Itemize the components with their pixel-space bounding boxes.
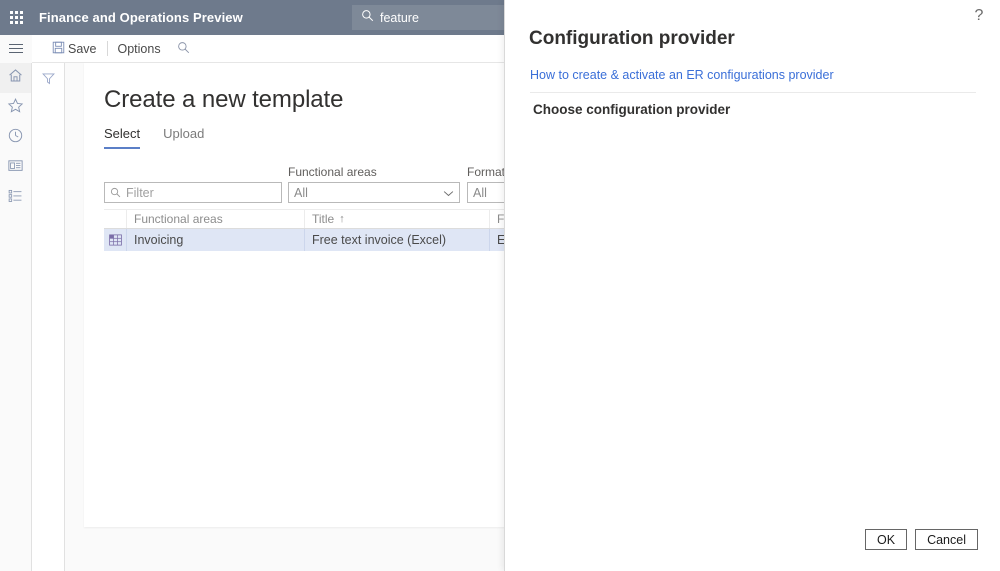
cancel-button[interactable]: Cancel <box>915 529 978 550</box>
clock-icon <box>7 127 24 149</box>
hamburger-menu-icon[interactable] <box>0 34 32 63</box>
command-search-button[interactable] <box>169 38 198 60</box>
save-button-label: Save <box>68 41 97 56</box>
tab-strip: Select Upload <box>104 126 204 149</box>
waffle-grid <box>9 11 23 24</box>
funnel-filter-icon[interactable] <box>32 63 64 93</box>
tab-upload[interactable]: Upload <box>163 126 204 149</box>
grid-header-title[interactable]: Title ↑ <box>304 210 489 228</box>
star-icon <box>7 97 24 119</box>
dialog-action-buttons: OK Cancel <box>865 529 978 550</box>
application-window: Finance and Operations Preview feature S… <box>0 0 1000 571</box>
command-separator <box>106 41 108 56</box>
quick-filter-input[interactable]: Filter <box>104 182 282 203</box>
quick-filter-placeholder: Filter <box>126 185 154 200</box>
cell-functional-areas: Invoicing <box>126 229 304 251</box>
help-icon[interactable]: ? <box>968 5 990 27</box>
sidebar-item-modules[interactable] <box>0 183 31 213</box>
sidebar-item-workspaces[interactable] <box>0 153 31 183</box>
command-bar-items: Save Options <box>44 35 198 63</box>
quick-filter-spacer <box>104 165 282 179</box>
grid-header-select <box>104 210 126 228</box>
excel-grid-icon <box>104 229 126 251</box>
list-icon <box>7 187 24 209</box>
ok-button[interactable]: OK <box>865 529 908 550</box>
format-filter-value: All <box>473 185 487 200</box>
sidebar-item-home[interactable] <box>0 63 31 93</box>
functional-areas-label: Functional areas <box>288 165 377 179</box>
quick-filter-field: Filter <box>104 165 282 203</box>
cell-title: Free text invoice (Excel) <box>304 229 489 251</box>
app-title: Finance and Operations Preview <box>39 10 243 25</box>
section-divider <box>530 92 976 93</box>
workspace-icon <box>7 157 24 179</box>
grid-header-functional-areas[interactable]: Functional areas <box>126 210 304 228</box>
dialog-title: Configuration provider <box>529 28 735 49</box>
tab-select[interactable]: Select <box>104 126 141 149</box>
sort-ascending-icon: ↑ <box>339 213 345 225</box>
configuration-provider-dialog: ? Configuration provider How to create &… <box>504 0 1000 571</box>
save-button[interactable]: Save <box>44 38 105 60</box>
save-disk-icon <box>52 41 65 57</box>
how-to-create-link[interactable]: How to create & activate an ER configura… <box>530 68 834 82</box>
chevron-down-icon <box>443 186 454 200</box>
functional-areas-select[interactable]: All <box>288 182 460 203</box>
options-button-label: Options <box>117 41 161 56</box>
functional-areas-value: All <box>294 185 308 200</box>
options-button[interactable]: Options <box>110 38 169 60</box>
grid-header-title-label: Title <box>312 212 335 226</box>
global-search-value: feature <box>380 10 419 25</box>
page-title: Create a new template <box>104 86 344 113</box>
filter-pane-column <box>32 63 65 571</box>
functional-areas-field: Functional areas All <box>288 165 460 203</box>
search-icon <box>177 41 190 57</box>
search-icon <box>361 9 374 27</box>
app-launcher-icon[interactable] <box>0 0 32 35</box>
sidebar-item-favorites[interactable] <box>0 93 31 123</box>
global-search-box[interactable]: feature <box>352 5 504 30</box>
left-navigation-rail <box>0 63 32 571</box>
sidebar-item-recent[interactable] <box>0 123 31 153</box>
section-heading: Choose configuration provider <box>533 102 731 117</box>
home-icon <box>7 67 24 89</box>
search-icon <box>110 187 121 198</box>
